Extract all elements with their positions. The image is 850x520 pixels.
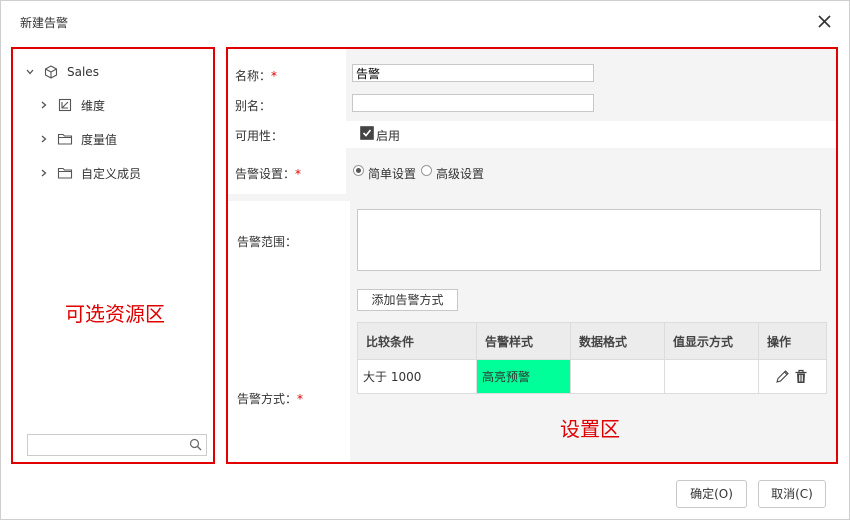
name-label: 名称：* bbox=[235, 69, 278, 83]
alert-method-label: 告警方式：* bbox=[237, 392, 304, 406]
display-cell bbox=[664, 359, 759, 394]
tree-label-measures: 度量值 bbox=[81, 132, 118, 147]
search-icon[interactable] bbox=[189, 438, 202, 451]
chevron-right-icon[interactable] bbox=[39, 168, 49, 178]
cube-icon bbox=[44, 65, 58, 79]
advanced-setting-radio[interactable] bbox=[421, 165, 432, 176]
tree-node-sales[interactable]: Sales bbox=[25, 62, 99, 82]
pencil-icon[interactable] bbox=[775, 369, 790, 384]
folder-icon bbox=[57, 133, 73, 145]
tree-label-custom-members: 自定义成员 bbox=[81, 166, 142, 181]
close-icon[interactable] bbox=[815, 12, 835, 32]
settings-area-annotation: 设置区 bbox=[560, 417, 620, 441]
alias-input[interactable] bbox=[352, 94, 594, 112]
chevron-right-icon[interactable] bbox=[39, 100, 49, 110]
alias-label: 别名： bbox=[235, 99, 272, 113]
table-header-display: 值显示方式 bbox=[664, 322, 759, 360]
simple-setting-radio[interactable] bbox=[353, 165, 364, 176]
add-alert-method-button[interactable]: 添加告警方式 bbox=[357, 289, 458, 311]
table-header-row: 比较条件 告警样式 数据格式 值显示方式 操作 bbox=[357, 322, 827, 360]
table-header-format: 数据格式 bbox=[570, 322, 665, 360]
tree-label-dimension: 维度 bbox=[81, 98, 106, 113]
ok-button[interactable]: 确定(O) bbox=[676, 480, 747, 508]
resource-area-annotation: 可选资源区 bbox=[65, 302, 165, 326]
availability-row-bg bbox=[228, 121, 836, 148]
folder-icon bbox=[57, 167, 73, 179]
table-header-style: 告警样式 bbox=[476, 322, 571, 360]
tree-node-measures[interactable]: 度量值 bbox=[39, 129, 117, 149]
enable-checkbox[interactable] bbox=[360, 126, 374, 140]
simple-setting-label: 简单设置 bbox=[368, 167, 417, 181]
table-header-condition: 比较条件 bbox=[357, 322, 477, 360]
style-cell: 高亮预警 bbox=[476, 359, 571, 394]
dialog-titlebar: 新建告警 bbox=[1, 1, 849, 41]
dimension-icon bbox=[58, 98, 72, 112]
alert-scope-label: 告警范围： bbox=[237, 235, 298, 249]
new-alert-dialog: 新建告警 Sales 维度 度量值 自定义成员 可选资源区 名称：* 告警 别名… bbox=[0, 0, 850, 520]
chevron-right-icon[interactable] bbox=[39, 134, 49, 144]
checkmark-icon bbox=[362, 129, 372, 137]
advanced-setting-label: 高级设置 bbox=[436, 167, 485, 181]
alert-method-table: 比较条件 告警样式 数据格式 值显示方式 操作 大于 1000 高亮预警 bbox=[357, 322, 827, 394]
alert-scope-textarea[interactable] bbox=[357, 209, 821, 271]
resource-search-input[interactable] bbox=[32, 435, 186, 455]
resource-search-box[interactable] bbox=[27, 434, 207, 456]
cancel-button[interactable]: 取消(C) bbox=[758, 480, 826, 508]
availability-label: 可用性： bbox=[235, 129, 284, 143]
table-header-actions: 操作 bbox=[758, 322, 827, 360]
settings-panel: 名称：* 别名： 可用性： 启用 告警设置：* 简单设置 高级设置 告警范围： … bbox=[226, 47, 838, 464]
actions-cell bbox=[758, 359, 827, 394]
enable-label: 启用 bbox=[376, 129, 401, 143]
dialog-title: 新建告警 bbox=[20, 16, 69, 30]
resource-panel: Sales 维度 度量值 自定义成员 可选资源区 bbox=[11, 47, 215, 464]
trash-icon[interactable] bbox=[794, 369, 808, 384]
tree-label-sales: Sales bbox=[67, 65, 99, 79]
format-cell bbox=[570, 359, 665, 394]
table-row: 大于 1000 高亮预警 bbox=[357, 359, 827, 394]
chevron-down-icon[interactable] bbox=[25, 67, 35, 77]
condition-cell: 大于 1000 bbox=[357, 359, 477, 394]
tree-node-custom-members[interactable]: 自定义成员 bbox=[39, 163, 141, 183]
alert-setting-label: 告警设置：* bbox=[235, 167, 302, 181]
tree-node-dimension[interactable]: 维度 bbox=[39, 95, 105, 115]
name-input[interactable] bbox=[352, 64, 594, 82]
